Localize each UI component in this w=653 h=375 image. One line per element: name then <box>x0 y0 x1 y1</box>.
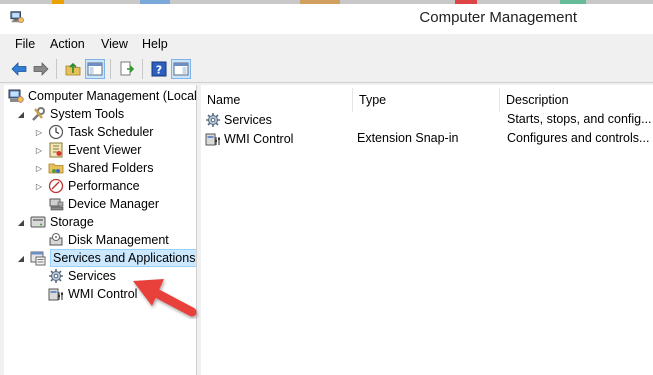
svg-text:?: ? <box>156 64 162 77</box>
services-gear-icon <box>48 268 64 284</box>
result-list[interactable]: Name Type Description Services Starts, s… <box>201 85 653 375</box>
disk-management-icon <box>48 232 64 248</box>
tree-item-label: Performance <box>68 179 140 193</box>
tree-item-storage[interactable]: ◢ Storage <box>16 213 94 231</box>
system-tools-icon <box>30 106 46 122</box>
list-item-name: WMI Control <box>224 132 294 146</box>
tree-item-label: Services and Applications <box>50 249 196 267</box>
toolbar-separator <box>142 59 143 79</box>
device-manager-icon <box>48 196 64 212</box>
list-cell-description: Starts, stops, and config... <box>507 112 652 126</box>
list-item-name: Services <box>224 113 272 127</box>
event-viewer-icon <box>48 142 64 158</box>
menu-help[interactable]: Help <box>142 37 168 51</box>
expanded-triangle-icon[interactable]: ◢ <box>16 109 26 119</box>
tree-item-label: Computer Management (Local <box>28 89 197 103</box>
tree-item-services[interactable]: Services <box>48 267 116 285</box>
export-list-icon[interactable] <box>117 59 137 79</box>
column-header-name[interactable]: Name <box>201 88 353 112</box>
tree-item-label: Device Manager <box>68 197 160 211</box>
tree-item-label: System Tools <box>50 107 125 121</box>
tree-item-device-manager[interactable]: Device Manager <box>48 195 159 213</box>
list-item[interactable]: Services Starts, stops, and config... <box>201 111 653 130</box>
console-tree[interactable]: Computer Management (Local ◢ System Tool… <box>4 85 197 375</box>
show-hide-action-pane-icon[interactable] <box>171 59 191 79</box>
tree-item-task-scheduler[interactable]: ▷ Task Scheduler <box>34 123 153 141</box>
help-icon[interactable]: ? <box>149 59 169 79</box>
list-cell-name: Services <box>205 112 353 128</box>
menu-file[interactable]: File <box>15 37 35 51</box>
list-cell-description: Configures and controls... <box>507 131 650 145</box>
wmi-control-icon <box>205 133 220 146</box>
computer-management-icon <box>8 88 24 104</box>
tree-item-wmi-control[interactable]: WMI Control <box>48 285 137 303</box>
tree-item-label: Disk Management <box>68 233 169 247</box>
collapsed-triangle-icon[interactable]: ▷ <box>34 163 44 173</box>
collapsed-triangle-icon[interactable]: ▷ <box>34 145 44 155</box>
services-gear-icon <box>206 113 220 127</box>
back-arrow-icon[interactable] <box>9 59 29 79</box>
clock-icon <box>48 124 64 140</box>
list-cell-type: Extension Snap-in <box>357 131 459 145</box>
performance-icon <box>48 178 64 194</box>
tree-item-event-viewer[interactable]: ▷ Event Viewer <box>34 141 141 159</box>
menu-bar: File Action View Help <box>0 34 653 54</box>
tree-item-shared-folders[interactable]: ▷ Shared Folders <box>34 159 154 177</box>
expanded-triangle-icon[interactable]: ◢ <box>16 253 26 263</box>
collapsed-triangle-icon[interactable]: ▷ <box>34 127 44 137</box>
tree-item-performance[interactable]: ▷ Performance <box>34 177 140 195</box>
expanded-triangle-icon[interactable]: ◢ <box>16 217 26 227</box>
collapsed-triangle-icon[interactable]: ▷ <box>34 181 44 191</box>
wmi-control-icon <box>48 286 64 302</box>
forward-arrow-icon[interactable] <box>31 59 51 79</box>
list-item[interactable]: WMI Control Extension Snap-in Configures… <box>201 130 653 149</box>
tree-item-disk-management[interactable]: Disk Management <box>48 231 169 249</box>
tree-item-label: Services <box>68 269 116 283</box>
tree-item-computer-management[interactable]: Computer Management (Local <box>8 87 197 105</box>
tree-item-system-tools[interactable]: ◢ System Tools <box>16 105 124 123</box>
show-hide-console-tree-icon[interactable] <box>85 59 105 79</box>
toolbar-separator <box>110 59 111 79</box>
toolbar: ? <box>0 54 653 83</box>
tree-item-label: Task Scheduler <box>68 125 154 139</box>
storage-icon <box>30 214 46 230</box>
window-title: Computer Management <box>419 9 577 26</box>
toolbar-separator <box>56 59 57 79</box>
tree-item-label: Storage <box>50 215 94 229</box>
column-header-description[interactable]: Description <box>500 88 653 112</box>
list-cell-name: WMI Control <box>205 131 353 147</box>
services-applications-icon <box>30 250 46 266</box>
tree-item-label: WMI Control <box>68 287 138 301</box>
tree-item-label: Event Viewer <box>68 143 142 157</box>
menu-action[interactable]: Action <box>50 37 85 51</box>
tree-item-services-and-applications[interactable]: ◢ Services and Applications <box>16 249 196 267</box>
tree-item-label: Shared Folders <box>68 161 154 175</box>
menu-view[interactable]: View <box>101 37 128 51</box>
up-folder-icon[interactable] <box>63 59 83 79</box>
column-header-type[interactable]: Type <box>353 88 500 112</box>
title-bar: Computer Management <box>0 4 653 34</box>
shared-folders-icon <box>48 160 64 176</box>
